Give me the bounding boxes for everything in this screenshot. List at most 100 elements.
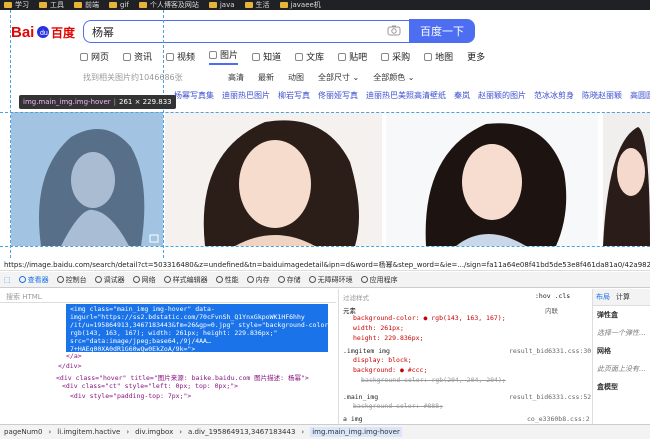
code-line[interactable]: <div class="ct" style="left: 0px; top: 0…	[62, 382, 238, 390]
breadcrumb-item[interactable]: pageNum0	[4, 428, 42, 436]
breadcrumb-item[interactable]: img.main_img.img-hover	[310, 427, 402, 437]
tab-icon	[360, 276, 368, 283]
side-tab[interactable]: 布局	[596, 292, 610, 302]
bookmark-item[interactable]: 前端	[74, 0, 99, 10]
result-image-1[interactable]	[11, 112, 163, 246]
css-property[interactable]: background-color: rgb(204, 204, 204);	[361, 376, 506, 384]
tab-icon	[215, 276, 223, 283]
devtools-tab[interactable]: 性能	[215, 275, 239, 285]
related-tag[interactable]: 范冰冰剪身	[534, 90, 574, 101]
nav-tab-4[interactable]: 图片	[209, 48, 239, 65]
nav-tab-3[interactable]: 视频	[166, 48, 195, 65]
pseudo-toggle[interactable]: :hov .cls	[535, 292, 570, 300]
rule-source[interactable]: result_bid6331.css:30	[509, 347, 591, 355]
related-tag[interactable]: 高圆圆写真	[630, 90, 650, 101]
css-property[interactable]: height: 229.836px;	[353, 334, 423, 342]
tab-icon	[277, 276, 285, 283]
nav-tab-8[interactable]: 采购	[381, 48, 410, 65]
rule-source[interactable]: co_e3360b8.css:2	[527, 415, 590, 423]
code-line: <img class="main_img img-hover" data-	[70, 305, 215, 313]
bookmark-item[interactable]: java	[208, 1, 235, 9]
related-tag[interactable]: 秦岚	[454, 90, 470, 101]
devtools-tab[interactable]: 控制台	[56, 275, 87, 285]
nav-tab-label: 贴吧	[349, 53, 368, 63]
css-property[interactable]: background-color: #888;	[353, 402, 443, 410]
nav-tab-10[interactable]: 更多	[467, 48, 485, 65]
code-line[interactable]: <div class="hover" title="图片来源: baike.ba…	[56, 372, 309, 382]
nav-tab-2[interactable]: 资讯	[123, 48, 152, 65]
breadcrumb-item[interactable]: li.imgitem.hactive	[57, 428, 120, 436]
code-line: 7+HAEq00XA0dR1G60wQw0EkZoA/9k=">	[70, 345, 196, 352]
devtools-tab[interactable]: 调试器	[94, 275, 125, 285]
bookmark-item[interactable]: 生活	[244, 0, 270, 10]
related-tag[interactable]: 柳岩写真	[278, 90, 310, 101]
devtools-tab[interactable]: 样式编辑器	[163, 275, 208, 285]
code-line: imgurl="https://ss2.bdstatic.com/70cFvnS…	[70, 313, 305, 321]
nav-tab-6[interactable]: 文库	[295, 48, 324, 65]
breadcrumb-separator-icon: ›	[48, 428, 52, 436]
devtools-tab[interactable]: 存储	[277, 275, 301, 285]
filter-option[interactable]: 最新	[258, 72, 274, 83]
rule-selector: .main_img	[343, 393, 379, 401]
related-tag[interactable]: 赵丽颖的图片	[478, 90, 526, 101]
related-tag[interactable]: 迪丽热巴美照高清壁纸	[366, 90, 446, 101]
tab-icon	[246, 276, 254, 283]
bookmark-item[interactable]: gif	[109, 1, 129, 9]
bookmark-item[interactable]: javaee机	[279, 0, 321, 10]
related-tag[interactable]: 佟丽娅写真	[318, 90, 358, 101]
side-tab[interactable]: 计算	[616, 292, 630, 302]
css-property[interactable]: background: ● #ccc;	[353, 366, 427, 374]
result-image-3[interactable]	[386, 112, 598, 246]
search-input[interactable]	[83, 20, 409, 43]
devtools-tab[interactable]: 应用程序	[360, 275, 398, 285]
bookmark-item[interactable]: 个人博客及网站	[138, 0, 199, 10]
nav-tab-5[interactable]: 知道	[252, 48, 281, 65]
code-line[interactable]: <div style="padding-top: 7px;">	[70, 392, 191, 400]
code-line[interactable]: </a>	[66, 352, 82, 360]
rule-source[interactable]: result_bid6331.css:52	[509, 393, 591, 401]
side-item[interactable]: 网格	[593, 342, 650, 360]
devtools-tab[interactable]: 网络	[132, 275, 156, 285]
related-tag[interactable]: 陈晓赵丽颖	[582, 90, 622, 101]
filter-styles-input[interactable]: 过滤样式	[343, 292, 369, 302]
filter-option[interactable]: 高清	[228, 72, 244, 83]
nav-tab-1[interactable]: 网页	[80, 48, 109, 65]
html-search-input[interactable]: 搜索 HTML	[0, 289, 336, 303]
devtools-tab-label: 无障碍环境	[317, 275, 353, 284]
devtools-tab[interactable]: 查看器	[18, 275, 49, 285]
result-image-4[interactable]	[603, 112, 650, 246]
baidu-logo[interactable]: Bai du 百度	[11, 20, 75, 42]
tooltip-size: 261 × 229.833	[119, 98, 172, 106]
filter-option[interactable]: 全部尺寸 ⌄	[318, 72, 359, 83]
devtools-tab-label: 调试器	[103, 275, 125, 284]
bookmark-item[interactable]: 学习	[4, 0, 29, 10]
filter-option[interactable]: 动图	[288, 72, 304, 83]
code-line[interactable]: </div>	[58, 362, 81, 370]
side-item[interactable]: 弹性盒	[593, 306, 650, 324]
camera-icon[interactable]	[387, 25, 401, 36]
element-picker-icon[interactable]: ⬚	[4, 276, 11, 284]
folder-icon	[279, 2, 288, 8]
zoom-icon[interactable]	[149, 234, 159, 243]
search-button[interactable]: 百度一下	[409, 19, 475, 43]
selected-node[interactable]: <img class="main_img img-hover" data-img…	[66, 304, 328, 352]
css-property[interactable]: background-color: ● rgb(143, 163, 167);	[353, 314, 506, 322]
rule-source[interactable]: 内联	[545, 305, 558, 315]
related-tag[interactable]: 迪丽热巴图片	[222, 90, 270, 101]
filter-option[interactable]: 全部颜色 ⌄	[373, 72, 414, 83]
breadcrumb-item[interactable]: div.imgbox	[135, 428, 173, 436]
search-query: 杨幂	[92, 26, 114, 39]
related-tag[interactable]: 杨幂写真集	[174, 90, 214, 101]
side-item[interactable]: 盒模型	[593, 378, 650, 396]
result-image-2[interactable]	[165, 112, 382, 246]
nav-tab-7[interactable]: 贴吧	[338, 48, 367, 65]
breadcrumb-item[interactable]: a.div_195864913,3467183443	[188, 428, 295, 436]
html-tree: </a> </div> <div class="hover" title="图片来源…	[0, 352, 336, 422]
bookmark-label: 个人博客及网站	[149, 1, 199, 9]
nav-tab-9[interactable]: 地图	[424, 48, 453, 65]
bookmark-item[interactable]: 工具	[39, 0, 64, 10]
devtools-tab[interactable]: 内存	[246, 275, 270, 285]
css-property[interactable]: display: block;	[353, 356, 412, 364]
devtools-tab[interactable]: 无障碍环境	[308, 275, 353, 285]
css-property[interactable]: width: 261px;	[353, 324, 404, 332]
